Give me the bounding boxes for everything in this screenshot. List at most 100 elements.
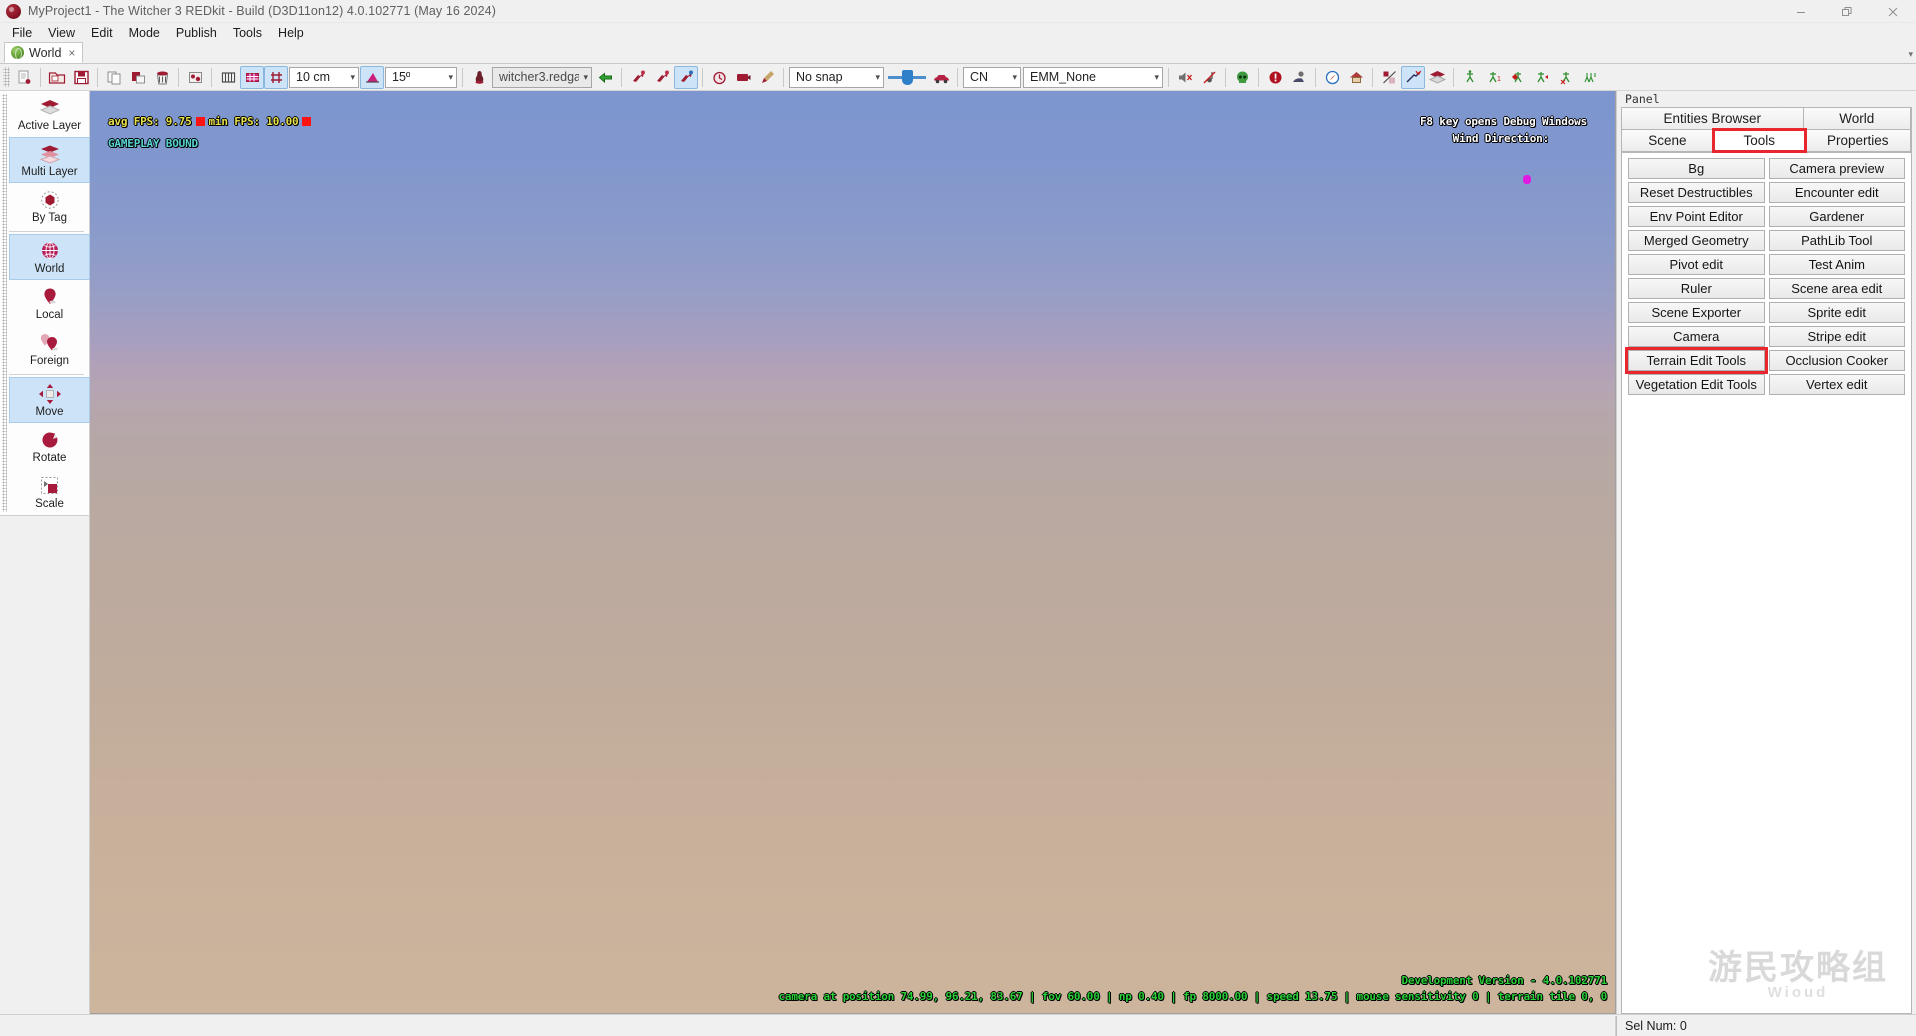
entity-red-icon[interactable]: [626, 66, 650, 89]
snap-combo[interactable]: No snap ▾: [789, 66, 884, 88]
toolbar-separator: [1168, 67, 1169, 87]
tool-button-ruler[interactable]: Ruler: [1628, 278, 1765, 299]
tab-tools[interactable]: Tools: [1711, 128, 1807, 153]
sidebar-item-foreign[interactable]: Foreign: [9, 326, 90, 372]
tool-button-occlusion-cooker[interactable]: Occlusion Cooker: [1768, 350, 1905, 371]
tab-entities-browser[interactable]: Entities Browser: [1621, 107, 1804, 130]
env-modifier-combo[interactable]: EMM_None ▾: [1023, 66, 1163, 88]
sidebar-item-active-layer[interactable]: Active Layer: [9, 91, 90, 137]
fps-warning-box-2: [302, 117, 312, 126]
car-icon[interactable]: [929, 66, 953, 89]
sidebar-item-multi-layer[interactable]: Multi Layer: [9, 137, 90, 183]
no-sound-icon[interactable]: [1197, 66, 1221, 89]
sidebar-label: Foreign: [30, 354, 69, 367]
open-icon[interactable]: [45, 66, 69, 89]
menu-item-file[interactable]: File: [4, 26, 40, 40]
left-toolbar-grip[interactable]: [2, 94, 7, 512]
copy-icon[interactable]: [102, 66, 126, 89]
camera-icon[interactable]: [731, 66, 755, 89]
close-icon[interactable]: [1870, 0, 1916, 23]
tabstrip-overflow-chevron[interactable]: ▾: [1908, 49, 1913, 60]
compass-icon[interactable]: [1320, 66, 1344, 89]
npc-group-icon[interactable]: [1578, 66, 1602, 89]
stack-layers-icon: [38, 97, 62, 119]
menu-item-help[interactable]: Help: [270, 26, 312, 40]
tool-button-pathlib-tool[interactable]: PathLib Tool: [1768, 230, 1905, 251]
npc-query-icon[interactable]: [1458, 66, 1482, 89]
sidebar-item-by-tag[interactable]: By Tag: [9, 183, 90, 229]
tool-button-env-point-editor[interactable]: Env Point Editor: [1628, 206, 1765, 227]
language-combo[interactable]: CN ▾: [963, 66, 1021, 88]
minimize-icon[interactable]: [1778, 0, 1824, 23]
tool-button-gardener[interactable]: Gardener: [1768, 206, 1905, 227]
npc-attack-icon[interactable]: [1506, 66, 1530, 89]
effects-icon[interactable]: [1401, 65, 1425, 89]
grid-toggle-icon[interactable]: [240, 65, 264, 89]
tool-label: Scene Exporter: [1651, 305, 1742, 320]
import-arrow-icon[interactable]: [593, 66, 617, 89]
sidebar-item-world[interactable]: World: [9, 234, 90, 280]
grid-step-combo[interactable]: 10 cm ▾: [289, 66, 359, 88]
tool-button-vegetation-edit-tools[interactable]: Vegetation Edit Tools: [1628, 374, 1765, 395]
snap-grid-icon[interactable]: [264, 65, 288, 89]
menu-item-tools[interactable]: Tools: [225, 26, 270, 40]
entity-red-2-icon[interactable]: [650, 66, 674, 89]
tool-button-encounter-edit[interactable]: Encounter edit: [1768, 182, 1905, 203]
house-icon[interactable]: [1344, 66, 1368, 89]
npc-vs-icon[interactable]: [1554, 66, 1578, 89]
tool-button-merged-geometry[interactable]: Merged Geometry: [1628, 230, 1765, 251]
new-layer-icon[interactable]: [12, 66, 36, 89]
resource-icon[interactable]: [467, 66, 491, 89]
sidebar-item-rotate[interactable]: Rotate: [9, 423, 90, 469]
tool-button-reset-destructibles[interactable]: Reset Destructibles: [1628, 182, 1765, 203]
angle-snap-icon[interactable]: [360, 65, 384, 89]
tool-button-scene-area-edit[interactable]: Scene area edit: [1768, 278, 1905, 299]
tool-button-bg[interactable]: Bg: [1628, 158, 1765, 179]
resource-combo[interactable]: witcher3.redga ▾: [492, 66, 592, 88]
tool-button-stripe-edit[interactable]: Stripe edit: [1768, 326, 1905, 347]
tool-button-test-anim[interactable]: Test Anim: [1768, 254, 1905, 275]
menu-item-publish[interactable]: Publish: [168, 26, 225, 40]
paint-icon[interactable]: [755, 66, 779, 89]
menu-item-view[interactable]: View: [40, 26, 83, 40]
3d-viewport[interactable]: avg FPS: 9.75 min FPS: 10.00 GAMEPLAY BOU…: [90, 91, 1616, 1014]
skull-icon[interactable]: [1230, 66, 1254, 89]
tool-button-camera-preview[interactable]: Camera preview: [1768, 158, 1905, 179]
angle-step-combo[interactable]: 15º ▾: [385, 66, 457, 88]
paste-icon[interactable]: [126, 66, 150, 89]
timer-icon[interactable]: [707, 66, 731, 89]
tab-properties[interactable]: Properties: [1804, 129, 1911, 152]
tab-world[interactable]: World: [1802, 107, 1911, 130]
sidebar-label: Multi Layer: [21, 165, 78, 178]
close-icon[interactable]: ×: [68, 46, 75, 60]
tool-button-scene-exporter[interactable]: Scene Exporter: [1628, 302, 1765, 323]
tool-button-terrain-edit-tools[interactable]: Terrain Edit Tools: [1625, 347, 1768, 374]
no-render-icon[interactable]: [1377, 66, 1401, 89]
npc-move-icon[interactable]: [1530, 66, 1554, 89]
physics-icon[interactable]: [1287, 66, 1311, 89]
tool-button-vertex-edit[interactable]: Vertex edit: [1768, 374, 1905, 395]
restore-icon[interactable]: [1824, 0, 1870, 23]
save-icon[interactable]: [69, 66, 93, 89]
sidebar-item-local[interactable]: Local: [9, 280, 90, 326]
menu-item-edit[interactable]: Edit: [83, 26, 121, 40]
sidebar-item-move[interactable]: Move: [9, 377, 90, 423]
tab-scene[interactable]: Scene: [1621, 129, 1714, 152]
tab-label: World: [1839, 111, 1875, 126]
entity-blue-icon[interactable]: [674, 65, 698, 89]
tool-button-pivot-edit[interactable]: Pivot edit: [1628, 254, 1765, 275]
error-icon[interactable]: [1263, 66, 1287, 89]
toolbar-grip[interactable]: [3, 67, 10, 87]
delete-icon[interactable]: [150, 66, 174, 89]
tool-button-sprite-edit[interactable]: Sprite edit: [1768, 302, 1905, 323]
tool-button-camera[interactable]: Camera: [1628, 326, 1765, 347]
tab-world[interactable]: World ×: [4, 42, 84, 63]
ruler-grid-icon[interactable]: [216, 66, 240, 89]
sidebar-item-scale[interactable]: Scale: [9, 469, 90, 515]
layers-icon[interactable]: [1425, 66, 1449, 89]
mute-icon[interactable]: [1173, 66, 1197, 89]
menu-item-mode[interactable]: Mode: [121, 26, 168, 40]
build-icon[interactable]: [183, 66, 207, 89]
npc-1-icon[interactable]: 1: [1482, 66, 1506, 89]
vehicle-slider-icon[interactable]: [885, 66, 929, 88]
